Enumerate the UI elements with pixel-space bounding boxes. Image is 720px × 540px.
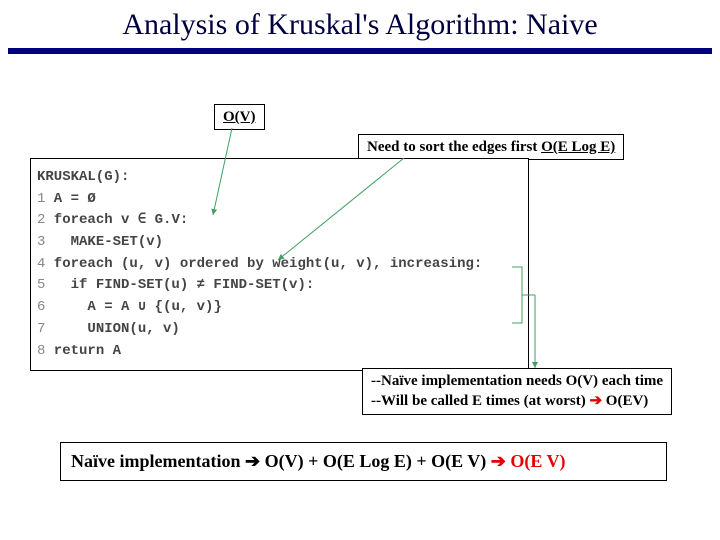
code-line: return A xyxy=(45,343,121,359)
slide: Analysis of Kruskal's Algorithm: Naive O… xyxy=(0,0,720,540)
annotation-naive-line2-suffix: times (at worst) xyxy=(482,393,589,409)
summary-body: O(V) + O(E Log E) + O(E V) xyxy=(260,451,491,471)
code-line: UNION(u, v) xyxy=(45,321,179,337)
code-line: foreach (u, v) ordered by weight(u, v), … xyxy=(45,256,482,272)
code-line: MAKE-SET(v) xyxy=(45,234,163,250)
annotation-naive-line2-result: O(EV) xyxy=(602,393,648,409)
annotation-naive: --Naïve implementation needs O(V) each t… xyxy=(362,368,672,415)
annotation-naive-line1: --Naïve implementation needs O(V) each t… xyxy=(371,372,663,392)
summary-box: Naïve implementation ➔ O(V) + O(E Log E)… xyxy=(60,442,667,481)
annotation-naive-line1-suffix: each time xyxy=(598,373,663,389)
code-line: A = A ∪ {(u, v)} xyxy=(45,299,221,315)
arrow-right-icon: ➔ xyxy=(491,451,506,471)
arrow-right-icon: ➔ xyxy=(245,451,260,471)
annotation-naive-line1-bold: O(V) xyxy=(566,373,599,389)
code-header: KRUSKAL(G): xyxy=(37,169,129,185)
summary-result: O(E V) xyxy=(506,451,566,471)
annotation-naive-line1-prefix: --Naïve implementation needs xyxy=(371,373,566,389)
annotation-sort-complexity: O(E Log E) xyxy=(541,139,615,155)
arrow-right-icon: ➔ xyxy=(589,393,602,409)
code-line: foreach v ∈ G.V: xyxy=(45,212,188,228)
annotation-ov-text: O(V) xyxy=(223,109,256,125)
code-line: if FIND-SET(u) ≠ FIND-SET(v): xyxy=(45,277,314,293)
annotation-ov: O(V) xyxy=(214,104,265,130)
annotation-sort-prefix: Need to sort the edges first xyxy=(367,139,541,155)
pseudocode-block: KRUSKAL(G): 1 A = Ø 2 foreach v ∈ G.V: 3… xyxy=(30,158,529,371)
annotation-naive-line2-mid: E xyxy=(472,393,482,409)
annotation-naive-line2-prefix: --Will be called xyxy=(371,393,472,409)
annotation-naive-line2: --Will be called E times (at worst) ➔ O(… xyxy=(371,392,663,412)
annotation-sort: Need to sort the edges first O(E Log E) xyxy=(358,134,624,160)
slide-title: Analysis of Kruskal's Algorithm: Naive xyxy=(0,0,720,48)
summary-prefix: Naïve implementation xyxy=(71,451,245,471)
code-line: A = Ø xyxy=(45,191,95,207)
title-underline xyxy=(8,48,712,54)
